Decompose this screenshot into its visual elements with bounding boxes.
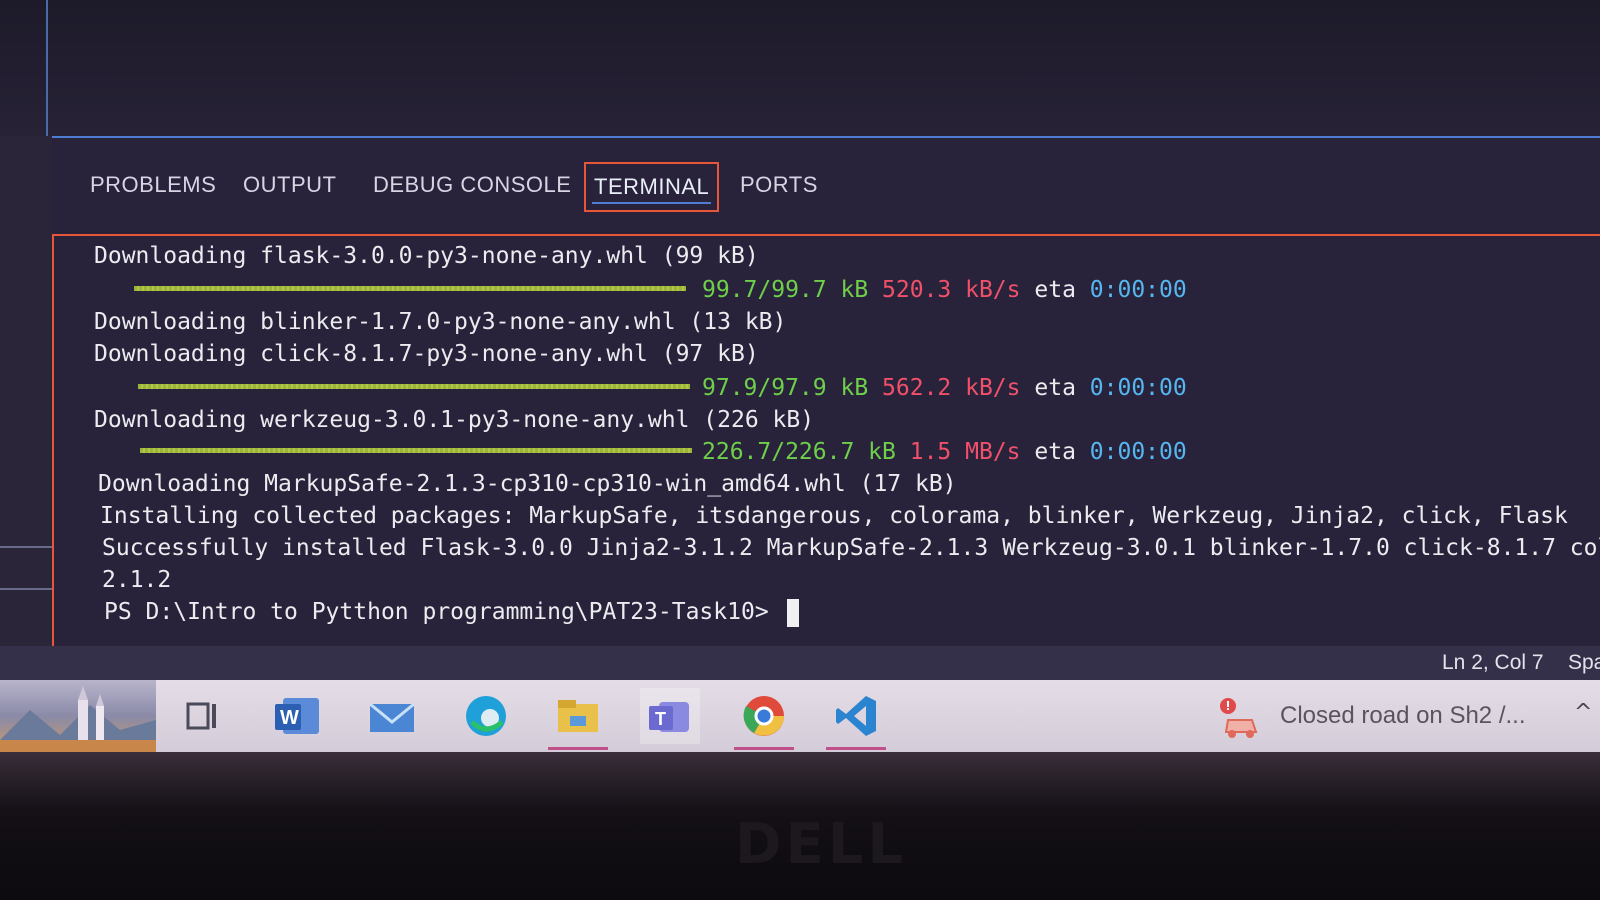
terminal-line: 97.9/97.9 kB 562.2 kB/s eta 0:00:00	[702, 372, 1187, 404]
wallpaper-thumbnail	[0, 680, 156, 752]
terminal-output[interactable]: Downloading flask-3.0.0-py3-none-any.whl…	[52, 234, 1600, 648]
eta-label: eta	[1034, 439, 1076, 465]
tab-output[interactable]: OUTPUT	[235, 162, 344, 208]
download-progress-bar	[140, 448, 692, 453]
windows-taskbar: W T Closed road on Sh2 /... ^	[0, 680, 1600, 752]
eta-value: 0:00:00	[1089, 439, 1187, 465]
terminal-line: Downloading blinker-1.7.0-py3-none-any.w…	[94, 309, 787, 335]
svg-text:T: T	[655, 709, 666, 729]
download-speed: 1.5 MB/s	[909, 439, 1021, 465]
active-indicator	[734, 747, 794, 750]
news-notification[interactable]: Closed road on Sh2 /...	[1218, 696, 1548, 738]
notification-text: Closed road on Sh2 /...	[1280, 702, 1526, 729]
castle-picture	[0, 686, 156, 752]
download-progress-bar	[134, 286, 686, 291]
eta-label: eta	[1034, 277, 1076, 303]
terminal-prompt[interactable]: PS D:\Intro to Pytthon programming\PAT23…	[104, 596, 799, 628]
terminal-line: 2.1.2	[102, 567, 172, 593]
download-size: 97.9/97.9 kB	[702, 375, 869, 401]
download-progress-bar	[138, 384, 690, 389]
mail-icon[interactable]	[362, 688, 422, 744]
edge-icon[interactable]	[456, 688, 516, 744]
teams-icon[interactable]: T	[640, 688, 700, 744]
tab-ports[interactable]: PORTS	[732, 162, 826, 208]
terminal-line: Downloading flask-3.0.0-py3-none-any.whl…	[94, 243, 759, 269]
download-size: 226.7/226.7 kB	[702, 439, 896, 465]
editor-left-border	[46, 0, 48, 136]
chevron-up-icon[interactable]: ^	[1574, 700, 1592, 725]
monitor-bezel: DELL	[0, 752, 1600, 900]
terminal-line: 226.7/226.7 kB 1.5 MB/s eta 0:00:00	[702, 436, 1187, 468]
word-icon[interactable]: W	[268, 688, 328, 744]
tab-debug-console[interactable]: DEBUG CONSOLE	[365, 162, 579, 208]
terminal-line: Downloading werkzeug-3.0.1-py3-none-any.…	[94, 407, 815, 433]
cursor-position[interactable]: Ln 2, Col 7	[1442, 651, 1544, 675]
eta-value: 0:00:00	[1089, 277, 1187, 303]
screen: PROBLEMS OUTPUT DEBUG CONSOLE TERMINAL P…	[0, 0, 1600, 900]
download-speed: 562.2 kB/s	[882, 375, 1021, 401]
panel-tabs: PROBLEMS OUTPUT DEBUG CONSOLE TERMINAL P…	[52, 138, 1600, 236]
terminal-line: Successfully installed Flask-3.0.0 Jinja…	[102, 535, 1600, 561]
svg-text:W: W	[280, 707, 299, 729]
monitor-brand-logo: DELL	[735, 812, 908, 877]
terminal-line: Downloading click-8.1.7-py3-none-any.whl…	[94, 341, 759, 367]
vscode-icon[interactable]	[826, 688, 886, 750]
terminal-line: Downloading MarkupSafe-2.1.3-cp310-cp310…	[98, 471, 957, 497]
text-cursor	[786, 598, 799, 627]
left-sidebar-gutter	[0, 136, 62, 646]
editor-area[interactable]	[0, 0, 1600, 136]
traffic-alert-icon	[1220, 698, 1258, 738]
tab-problems[interactable]: PROBLEMS	[82, 162, 224, 208]
chrome-icon[interactable]	[734, 688, 794, 750]
terminal-line: 99.7/99.7 kB 520.3 kB/s eta 0:00:00	[702, 274, 1187, 306]
terminal-line: Installing collected packages: MarkupSaf…	[100, 503, 1568, 529]
eta-label: eta	[1034, 375, 1076, 401]
download-size: 99.7/99.7 kB	[702, 277, 869, 303]
prompt-text: PS D:\Intro to Pytthon programming\PAT23…	[104, 599, 769, 625]
file-explorer-icon[interactable]	[548, 688, 608, 750]
active-indicator	[548, 747, 608, 750]
active-indicator	[826, 747, 886, 750]
eta-value: 0:00:00	[1089, 375, 1187, 401]
indentation-setting[interactable]: Spa	[1568, 651, 1600, 675]
bottom-panel: PROBLEMS OUTPUT DEBUG CONSOLE TERMINAL P…	[52, 136, 1600, 648]
download-speed: 520.3 kB/s	[882, 277, 1021, 303]
task-view-icon[interactable]	[172, 688, 232, 744]
status-bar: Ln 2, Col 7 Spa	[0, 646, 1600, 680]
tab-terminal[interactable]: TERMINAL	[584, 162, 720, 212]
